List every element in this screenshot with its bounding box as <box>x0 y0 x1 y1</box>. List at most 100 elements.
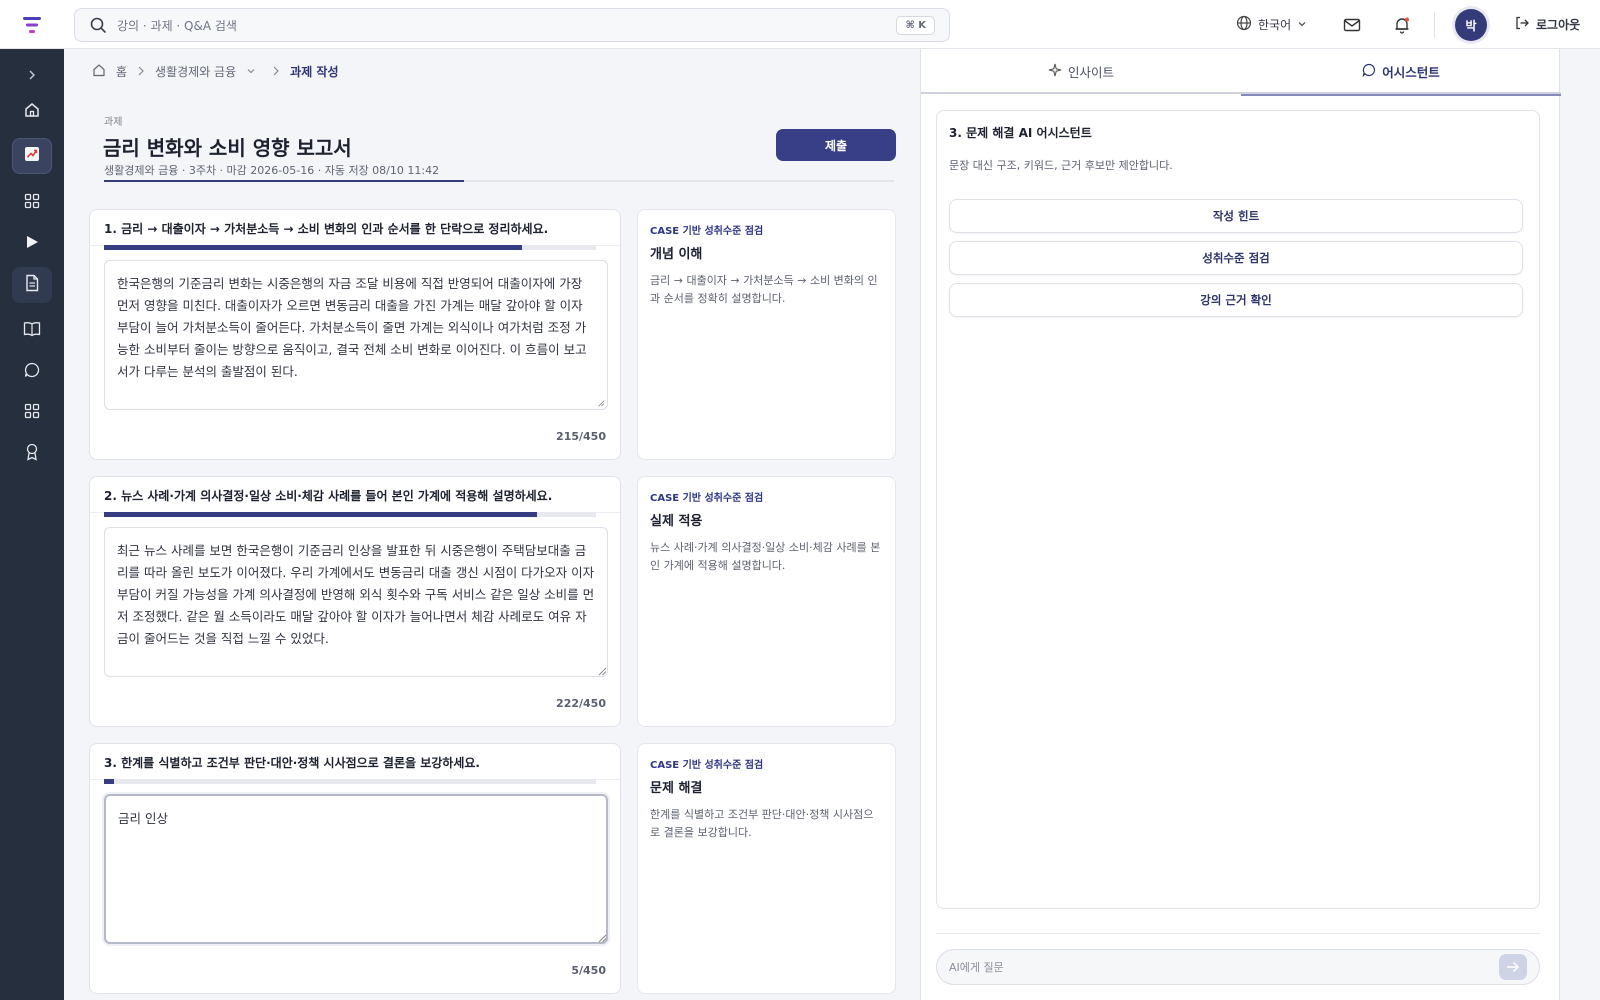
criteria-kicker: CASE 기반 성취수준 점검 <box>650 226 764 237</box>
title-divider <box>104 180 894 182</box>
ai-question-placeholder: AI에게 질문 <box>949 961 1004 974</box>
breadcrumb-course[interactable]: 생활경제와 금융 <box>155 63 236 80</box>
chart-icon <box>23 145 41 167</box>
sidebar-item-dashboard[interactable] <box>12 185 52 221</box>
play-icon <box>25 235 39 253</box>
breadcrumb: 홈 생활경제와 금융 과제 작성 <box>92 63 339 80</box>
criteria-description: 뉴스 사례·가계 의사결정·일상 소비·체감 사례를 본인 가계에 적용해 설명… <box>650 541 881 572</box>
criteria-kicker: CASE 기반 성취수준 점검 <box>650 493 764 504</box>
chat-icon <box>24 362 40 382</box>
assistant-description: 문장 대신 구조, 키워드, 근거 후보만 제안합니다. <box>949 159 1173 172</box>
home-icon <box>23 101 41 123</box>
question-card-2: 2. 뉴스 사례·가계 의사결정·일상 소비·체감 사례를 들어 본인 가계에 … <box>89 476 621 727</box>
bell-icon[interactable] <box>1392 15 1412 35</box>
char-count: 215/450 <box>556 430 606 443</box>
sidebar-item-books[interactable] <box>12 313 52 349</box>
language-selector[interactable]: 한국어 <box>1236 15 1307 34</box>
criteria-card-3: CASE 기반 성취수준 점검 문제 해결 한계를 식별하고 조건부 판단·대안… <box>637 743 896 994</box>
avatar[interactable]: 박 <box>1455 9 1487 41</box>
assignment-eyebrow: 과제 <box>104 117 123 128</box>
menu-logo-icon[interactable] <box>0 0 64 49</box>
criteria-kicker: CASE 기반 성취수준 점검 <box>650 760 764 771</box>
question-title: 2. 뉴스 사례·가계 의사결정·일상 소비·체감 사례를 들어 본인 가계에 … <box>104 489 553 503</box>
search-input[interactable]: 강의 · 과제 · Q&A 검색 <box>117 17 896 34</box>
assistant-title: 3. 문제 해결 AI 어시스턴트 <box>949 126 1092 140</box>
breadcrumb-current: 과제 작성 <box>290 65 339 79</box>
criteria-title: 개념 이해 <box>650 247 703 262</box>
tab-insight[interactable]: 인사이트 <box>921 49 1241 94</box>
progress-fill <box>104 779 114 784</box>
resize-handle-icon[interactable] <box>597 666 607 676</box>
sidebar-expand-button[interactable] <box>12 57 52 93</box>
chevron-right-icon <box>137 65 145 79</box>
achievement-check-button[interactable]: 성취수준 점검 <box>949 241 1523 275</box>
search-bar[interactable]: 강의 · 과제 · Q&A 검색 ⌘ K <box>74 8 950 42</box>
question-progress-bar <box>104 245 596 250</box>
side-panel: 인사이트 어시스턴트 3. 문제 해결 AI 어시스턴트 문장 대신 구조, 키… <box>920 49 1561 1000</box>
home-icon[interactable] <box>92 63 106 80</box>
shortcut-badge: ⌘ K <box>896 15 935 35</box>
question-progress-bar <box>104 512 596 517</box>
logout-icon <box>1514 15 1530 34</box>
sidebar-item-qna[interactable] <box>12 354 52 390</box>
criteria-card-1: CASE 기반 성취수준 점검 개념 이해 금리 → 대출이자 → 가처분소득 … <box>637 209 896 460</box>
breadcrumb-home[interactable]: 홈 <box>116 63 127 80</box>
assignment-meta: 생활경제와 금융 · 3주차 · 마감 2026-05-16 · 자동 저장 0… <box>104 164 440 177</box>
criteria-card-2: CASE 기반 성취수준 점검 실제 적용 뉴스 사례·가계 의사결정·일상 소… <box>637 476 896 727</box>
logout-button[interactable]: 로그아웃 <box>1514 15 1580 34</box>
grid-icon <box>24 193 40 213</box>
chat-icon <box>1362 63 1376 80</box>
logout-label: 로그아웃 <box>1536 18 1581 32</box>
tab-assistant[interactable]: 어시스턴트 <box>1241 49 1561 96</box>
lecture-evidence-button[interactable]: 강의 근거 확인 <box>949 283 1523 317</box>
resize-handle-icon[interactable] <box>597 933 607 943</box>
mail-icon[interactable] <box>1342 15 1362 35</box>
resize-handle-icon[interactable] <box>597 399 605 407</box>
sidebar-item-lectures[interactable] <box>12 226 52 262</box>
page-title: 금리 변화와 소비 영향 보고서 <box>103 136 352 160</box>
char-count: 5/450 <box>571 964 606 977</box>
criteria-title: 실제 적용 <box>650 514 703 529</box>
send-icon[interactable] <box>1499 954 1527 980</box>
hint-button[interactable]: 작성 힌트 <box>949 199 1523 233</box>
assistant-card: 3. 문제 해결 AI 어시스턴트 문장 대신 구조, 키워드, 근거 후보만 … <box>936 110 1540 909</box>
answer-textarea[interactable]: 최근 뉴스 사례를 보면 한국은행이 기준금리 인상을 발표한 뒤 시중은행이 … <box>104 527 608 677</box>
top-bar: 강의 · 과제 · Q&A 검색 ⌘ K 한국어 박 로그아웃 <box>0 0 1600 49</box>
progress-fill <box>104 245 523 250</box>
question-title: 3. 한계를 식별하고 조건부 판단·대안·정책 시사점으로 결론을 보강하세요… <box>104 756 480 770</box>
book-icon <box>23 321 41 341</box>
tab-label: 인사이트 <box>1067 65 1114 80</box>
question-card-3: 3. 한계를 식별하고 조건부 판단·대안·정책 시사점으로 결론을 보강하세요… <box>89 743 621 994</box>
sidebar-item-apps[interactable] <box>12 395 52 431</box>
sidebar-item-analytics[interactable] <box>12 138 52 174</box>
question-title: 1. 금리 → 대출이자 → 가처분소득 → 소비 변화의 인과 순서를 한 단… <box>104 222 549 236</box>
criteria-title: 문제 해결 <box>650 781 703 796</box>
criteria-description: 한계를 식별하고 조건부 판단·대안·정책 시사점으로 결론을 보강합니다. <box>650 808 874 839</box>
award-icon <box>25 443 39 465</box>
tab-label: 어시스턴트 <box>1382 65 1440 80</box>
language-label: 한국어 <box>1258 18 1292 32</box>
answer-textarea[interactable]: 금리 인상 <box>104 794 608 944</box>
progress-fill <box>104 512 537 517</box>
panel-tabs: 인사이트 어시스턴트 <box>921 49 1561 96</box>
sidebar-item-home[interactable] <box>12 94 52 130</box>
ai-question-input[interactable]: AI에게 질문 <box>936 949 1540 985</box>
chevron-right-icon <box>272 65 280 79</box>
criteria-description: 금리 → 대출이자 → 가처분소득 → 소비 변화의 인과 순서를 정확히 설명… <box>650 274 878 305</box>
document-icon <box>24 274 40 296</box>
question-progress-bar <box>104 779 596 784</box>
chevron-down-icon[interactable] <box>246 65 256 79</box>
char-count: 222/450 <box>556 697 606 710</box>
globe-icon <box>1236 15 1252 34</box>
answer-textarea[interactable]: 한국은행의 기준금리 변화는 시중은행의 자금 조달 비용에 직접 반영되어 대… <box>104 260 608 410</box>
sidebar-item-assignments[interactable] <box>12 267 52 303</box>
submit-button[interactable]: 제출 <box>776 129 896 161</box>
sidebar <box>0 49 64 1000</box>
sparkle-icon <box>1048 63 1062 80</box>
question-card-1: 1. 금리 → 대출이자 → 가처분소득 → 소비 변화의 인과 순서를 한 단… <box>89 209 621 460</box>
grid-icon <box>24 403 40 423</box>
sidebar-item-achievements[interactable] <box>12 436 52 472</box>
header-divider <box>1434 12 1435 38</box>
search-icon <box>89 16 107 34</box>
chevron-down-icon <box>1297 18 1307 32</box>
